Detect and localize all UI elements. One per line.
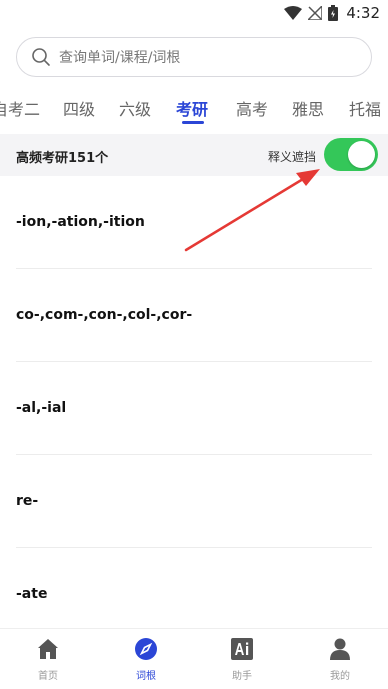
search-input[interactable]: 查询单词/课程/词根 [16, 37, 372, 77]
nav-mine-label: 我的 [330, 671, 350, 682]
root-word: re- [16, 493, 39, 509]
root-word: -ate [16, 586, 48, 602]
list-item[interactable]: co-,com-,con-,col-,cor- [16, 269, 372, 362]
nav-home-label: 首页 [38, 671, 58, 682]
search-icon [32, 48, 50, 66]
search-placeholder: 查询单词/课程/词根 [59, 50, 181, 66]
root-word: co-,com-,con-,col-,cor- [16, 307, 193, 323]
nav-roots[interactable]: 词根 [116, 637, 176, 682]
nav-assistant[interactable]: 助手 [212, 637, 272, 682]
tab-zikao[interactable]: 自考二 [0, 96, 40, 120]
root-count: 高频考研151个 [16, 151, 109, 166]
tab-gaokao[interactable]: 高考 [236, 96, 268, 120]
list-item[interactable]: -al,-ial [16, 362, 372, 455]
tab-toefl[interactable]: 托福 [349, 96, 381, 120]
nav-home[interactable]: 首页 [18, 637, 78, 682]
root-word: -ion,-ation,-ition [16, 214, 145, 230]
tab-cet6[interactable]: 六级 [119, 96, 151, 120]
list-header-bar: 高频考研151个 释义遮挡 [0, 134, 388, 176]
clock: 4:32 [346, 4, 380, 22]
nav-assistant-label: 助手 [232, 671, 252, 682]
home-icon [38, 639, 58, 659]
definition-mask-toggle[interactable] [324, 138, 378, 171]
category-tabs: 自考二 四级 六级 考研 高考 雅思 托福 [0, 92, 388, 126]
toggle-knob [348, 141, 375, 168]
list-item[interactable]: re- [16, 455, 372, 548]
person-icon [330, 638, 350, 660]
active-tab-indicator [182, 121, 204, 124]
tab-kaoyan[interactable]: 考研 [176, 96, 208, 120]
compass-icon [135, 638, 157, 660]
tab-cet4[interactable]: 四级 [63, 96, 95, 120]
status-bar: 4:32 [0, 0, 388, 28]
ai-icon [231, 638, 253, 660]
nav-roots-label: 词根 [136, 671, 156, 682]
tab-ielts[interactable]: 雅思 [292, 96, 324, 120]
root-word: -al,-ial [16, 400, 67, 416]
definition-mask-label: 释义遮挡 [268, 150, 317, 164]
root-list: -ion,-ation,-ition co-,com-,con-,col-,co… [0, 176, 388, 641]
wifi-icon [284, 6, 303, 20]
no-signal-icon [308, 6, 323, 20]
bottom-nav: 首页 词根 助手 我的 [0, 628, 388, 689]
list-item[interactable]: -ion,-ation,-ition [16, 176, 372, 269]
nav-mine[interactable]: 我的 [310, 637, 370, 682]
battery-icon [328, 5, 339, 21]
